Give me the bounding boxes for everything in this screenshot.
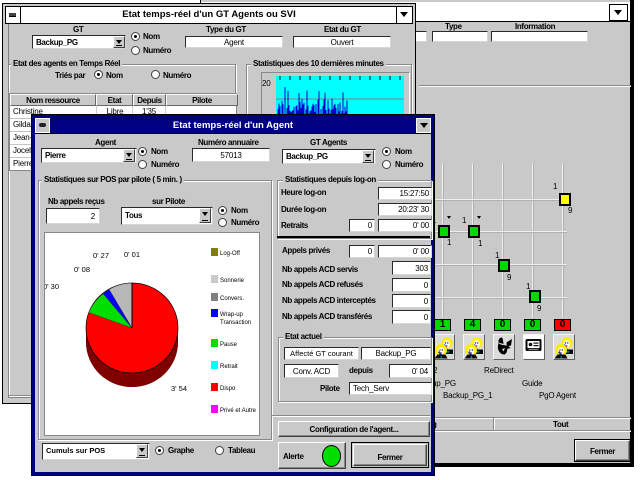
svg-text:Sonnerie: Sonnerie <box>220 278 245 284</box>
svg-text:Convers.: Convers. <box>220 296 244 302</box>
svg-text:Pause: Pause <box>220 342 238 348</box>
svg-text:Wrap-up: Wrap-up <box>220 312 244 318</box>
svg-text:Privé et Autre: Privé et Autre <box>220 408 257 414</box>
svg-text:3' 54: 3' 54 <box>171 384 187 393</box>
svg-text:0' 01: 0' 01 <box>124 250 140 259</box>
svg-text:0' 08: 0' 08 <box>74 265 90 274</box>
svg-text:Retrait: Retrait <box>220 364 238 370</box>
svg-text:Transaction: Transaction <box>220 320 251 326</box>
svg-text:0' 30: 0' 30 <box>45 282 59 291</box>
svg-text:Log-Off: Log-Off <box>220 251 240 257</box>
svg-text:Dispo: Dispo <box>220 386 236 392</box>
svg-text:0' 27: 0' 27 <box>93 251 109 260</box>
